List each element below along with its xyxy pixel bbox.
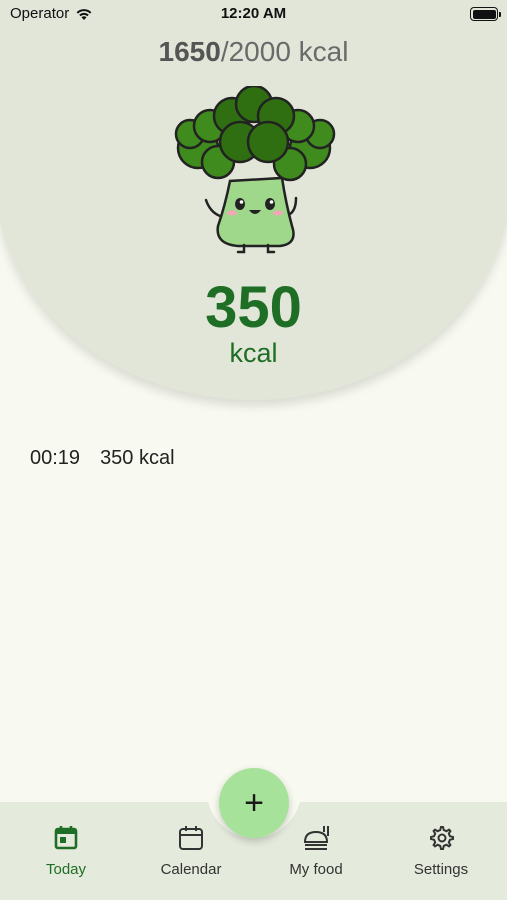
plus-icon: + — [244, 783, 264, 822]
tab-calendar[interactable]: Calendar — [141, 824, 241, 878]
tab-calendar-label: Calendar — [160, 861, 222, 878]
tab-today-label: Today — [45, 861, 87, 878]
calorie-goal: /2000 kcal — [220, 36, 349, 67]
calorie-goal-line: 1650/2000 kcal — [0, 36, 507, 68]
gear-icon — [430, 826, 454, 850]
consumed-calories: 1650 — [158, 36, 221, 67]
status-bar: Operator 12:20 AM — [0, 0, 507, 28]
tab-settings-label: Settings — [413, 861, 469, 878]
tab-settings[interactable]: Settings — [391, 824, 491, 878]
broccoli-mascot — [174, 86, 336, 254]
tab-my-food-label: My food — [289, 861, 343, 878]
entry-time: 00:19 — [30, 447, 81, 469]
food-icon — [303, 826, 329, 850]
battery-fill — [472, 9, 496, 19]
entry-amount: 350 kcal — [100, 447, 175, 469]
tab-my-food[interactable]: My food — [266, 824, 366, 878]
battery-icon — [470, 7, 501, 21]
tab-today[interactable]: Today — [16, 824, 116, 878]
food-entry[interactable]: 00:19 350 kcal — [30, 447, 175, 470]
status-time: 12:20 AM — [220, 5, 287, 22]
calendar-icon — [179, 826, 203, 850]
remaining-calories: 350 — [205, 275, 302, 340]
calendar-today-icon — [54, 826, 78, 850]
remaining-unit: kcal — [229, 338, 278, 368]
add-entry-button[interactable]: + — [219, 768, 289, 838]
